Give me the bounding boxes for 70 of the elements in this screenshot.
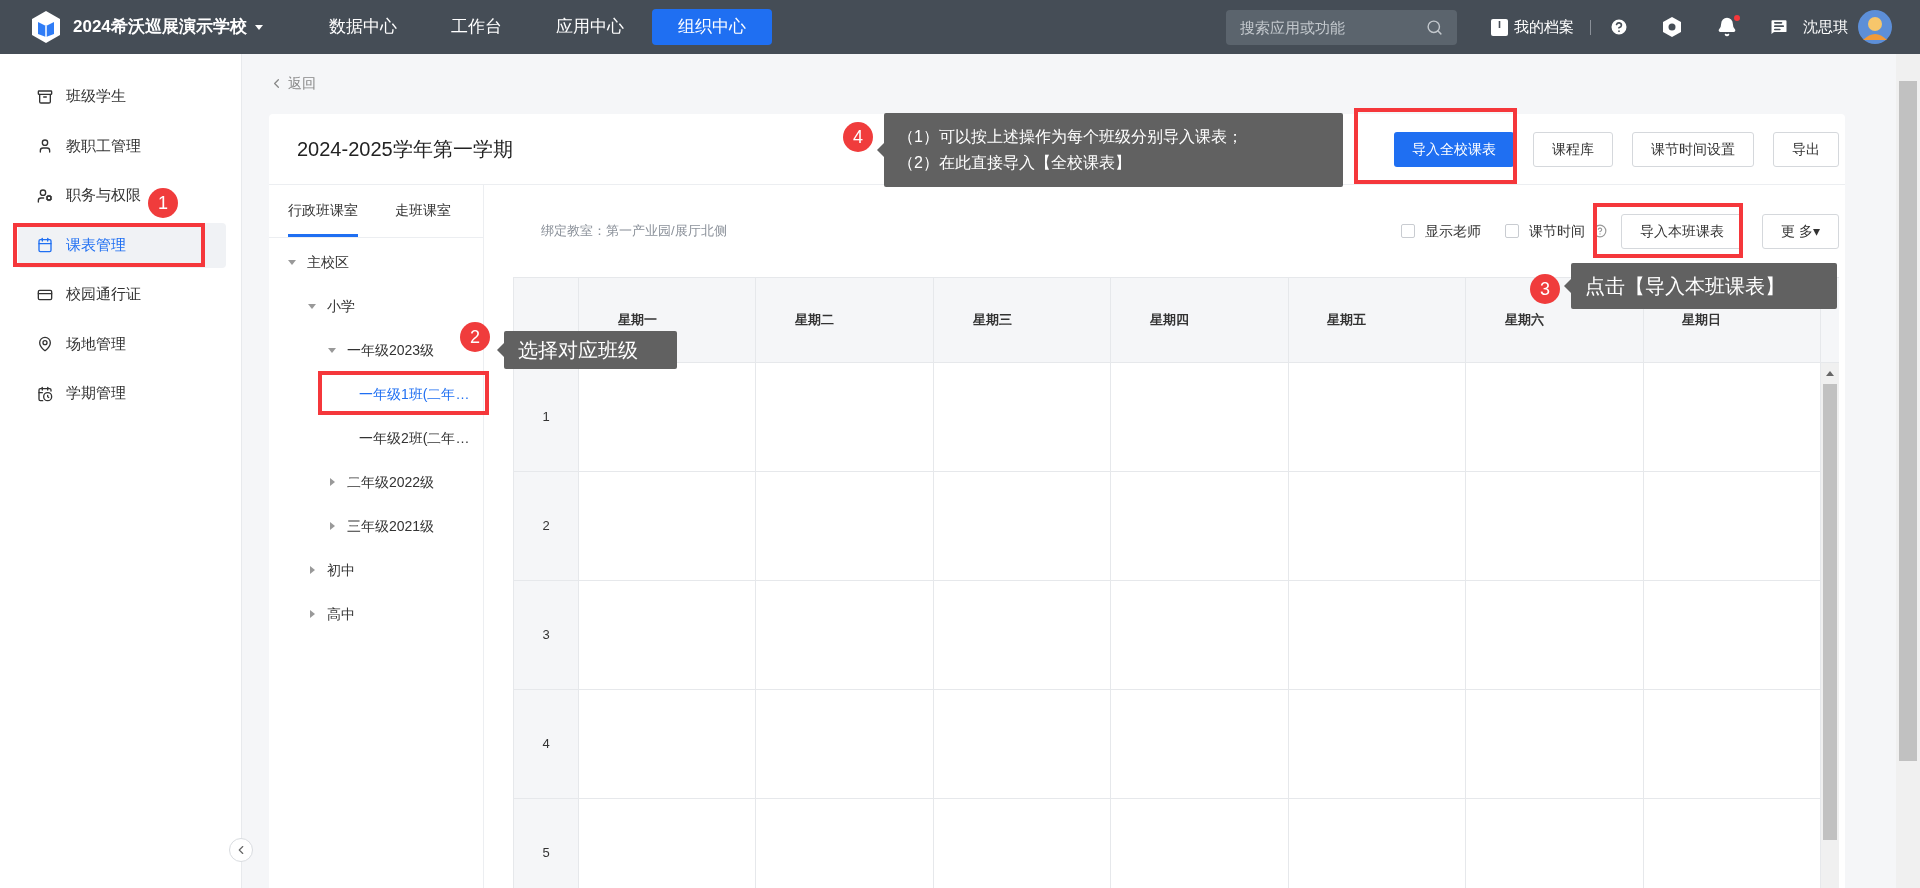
help-icon[interactable]	[1609, 17, 1629, 37]
checkbox[interactable]	[1401, 224, 1416, 238]
callout-text: 选择对应班级	[518, 338, 639, 363]
tree-item[interactable]: 主校区	[307, 251, 349, 273]
sidebar-item[interactable]: 班级学生	[18, 74, 126, 119]
nav-tab[interactable]: 数据中心	[302, 9, 423, 45]
room-tab[interactable]: 行政班课室	[288, 184, 358, 237]
nav-tab[interactable]: 组织中心	[651, 9, 772, 45]
toolbar-button[interactable]: 课程库	[1533, 131, 1613, 167]
nav-tab[interactable]: 应用中心	[529, 9, 650, 45]
notification-button[interactable]	[1717, 17, 1737, 37]
callout-text: 点击【导入本班课表】	[1585, 274, 1786, 299]
callout-text: （1）可以按上述操作为每个班级分别导入课表；	[898, 127, 1244, 147]
column-header: 星期日	[1682, 311, 1722, 329]
nav-tab[interactable]: 工作台	[424, 9, 528, 45]
period-cell: 2	[514, 472, 579, 581]
checkbox[interactable]	[1505, 224, 1520, 238]
calendar-icon	[37, 237, 53, 253]
bound-classroom: 绑定教室：第一产业园/展厅北侧	[541, 222, 727, 241]
column-header: 星期一	[617, 311, 657, 329]
callout-text: （2）在此直接导入【全校课表】	[898, 153, 1132, 173]
map-pin-icon	[37, 336, 53, 352]
calendar-clock-icon	[37, 385, 53, 402]
back-link[interactable]: 返回	[269, 72, 316, 94]
tree-item[interactable]: 一年级1班(二年…	[359, 383, 470, 405]
toolbar-button[interactable]: 导入全校课表	[1394, 131, 1514, 167]
sidebar-item[interactable]: 教职工管理	[18, 123, 141, 169]
book-logo	[30, 10, 62, 44]
column-header: 星期四	[1150, 311, 1189, 329]
checkbox-label: 课节时间	[1529, 221, 1586, 241]
tree-item[interactable]: 一年级2023级	[347, 339, 435, 361]
archive-icon	[37, 88, 53, 105]
sidebar-item[interactable]: 场地管理	[18, 321, 126, 367]
sidebar-item[interactable]: 校园通行证	[18, 272, 141, 317]
profile-link[interactable]: 我的档案	[1514, 15, 1574, 39]
tree-item[interactable]: 初中	[327, 559, 355, 581]
column-header: 星期二	[795, 311, 835, 329]
caret-icon[interactable]	[254, 24, 263, 30]
period-cell: 3	[514, 581, 579, 690]
period-cell: 4	[514, 690, 579, 799]
checkbox-label: 显示老师	[1425, 221, 1482, 241]
sidebar-item[interactable]: 学期管理	[18, 371, 126, 416]
column-header: 星期六	[1504, 311, 1544, 329]
toolbar-button[interactable]: 课节时间设置	[1632, 131, 1754, 167]
column-header: 星期五	[1327, 311, 1367, 329]
tree-item[interactable]: 一年级2班(二年…	[359, 427, 470, 449]
term-title: 2024-2025学年第一学期	[297, 137, 513, 162]
page-scrollbar[interactable]	[1896, 54, 1920, 888]
search-field[interactable]: 搜索应用或功能	[1226, 9, 1457, 45]
tree-item[interactable]: 二年级2022级	[347, 471, 435, 493]
room-tab[interactable]: 走班课室	[395, 184, 451, 237]
column-header: 星期三	[972, 311, 1012, 329]
tree-item[interactable]: 三年级2021级	[347, 515, 435, 537]
toolbar-button[interactable]: 导出	[1773, 131, 1839, 167]
search-icon[interactable]	[1426, 18, 1443, 36]
action-button[interactable]: 更 多▾	[1762, 213, 1839, 249]
person-icon	[37, 138, 53, 154]
message-icon[interactable]	[1769, 17, 1789, 37]
user-name[interactable]: 沈思琪	[1803, 15, 1848, 39]
school-name[interactable]: 2024希沃巡展演示学校	[73, 14, 247, 40]
tree-item[interactable]: 小学	[327, 295, 355, 317]
person-gear-icon	[37, 187, 53, 204]
period-cell: 5	[514, 799, 579, 888]
scrollbar[interactable]	[1821, 363, 1839, 888]
collapse-button[interactable]	[229, 838, 253, 862]
sidebar-item[interactable]: 职务与权限	[18, 173, 141, 218]
document-icon[interactable]	[1491, 18, 1508, 36]
avatar[interactable]	[1858, 10, 1892, 44]
tree-item[interactable]: 高中	[327, 603, 355, 625]
hexagon-icon[interactable]	[1663, 17, 1681, 37]
